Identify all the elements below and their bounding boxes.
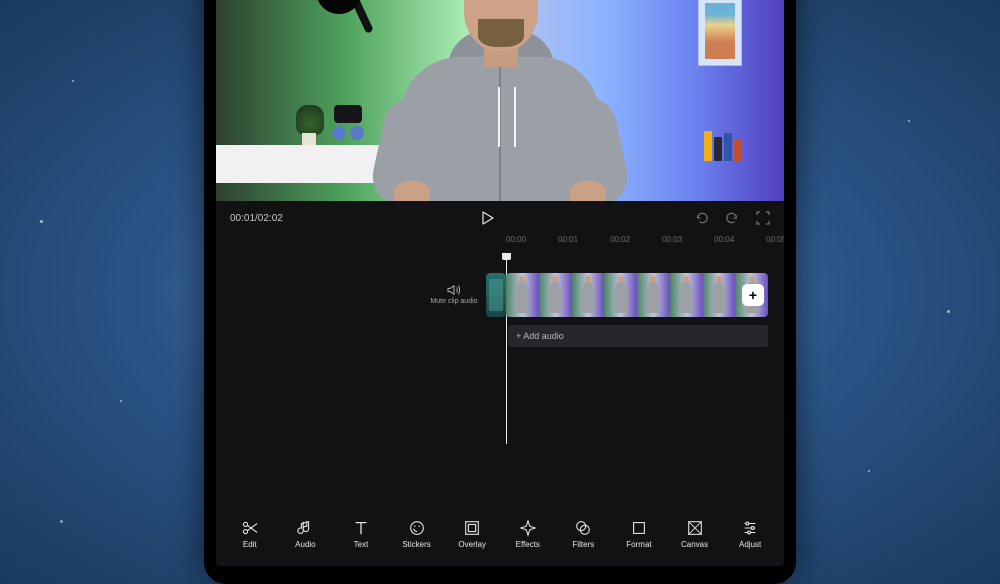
tool-edit[interactable]: Edit bbox=[225, 519, 275, 549]
timeline-ruler[interactable]: 00:00 00:01 00:02 00:03 00:04 00:05 00:0… bbox=[216, 235, 784, 253]
tool-adjust[interactable]: Adjust bbox=[725, 519, 775, 549]
filters-icon bbox=[574, 519, 592, 537]
tool-text[interactable]: Text bbox=[336, 519, 386, 549]
tool-label: Text bbox=[354, 540, 369, 549]
tool-label: Effects bbox=[516, 540, 540, 549]
tool-label: Edit bbox=[243, 540, 257, 549]
playback-controls: 00:01/02:02 bbox=[216, 201, 784, 235]
music-note-icon bbox=[296, 519, 314, 537]
timeline[interactable]: Mute clip audio + + Add audio bbox=[216, 253, 784, 504]
tool-canvas[interactable]: Canvas bbox=[670, 519, 720, 549]
ruler-mark: 00:02 bbox=[610, 235, 630, 253]
sliders-icon bbox=[741, 519, 759, 537]
tool-label: Filters bbox=[572, 540, 594, 549]
tool-label: Stickers bbox=[402, 540, 430, 549]
add-clip-button[interactable]: + bbox=[742, 284, 764, 306]
cover-clip[interactable] bbox=[486, 273, 506, 317]
canvas-icon bbox=[686, 519, 704, 537]
sparkle-icon bbox=[519, 519, 537, 537]
ruler-mark: 00:04 bbox=[714, 235, 734, 253]
tool-stickers[interactable]: Stickers bbox=[392, 519, 442, 549]
tool-label: Overlay bbox=[458, 540, 486, 549]
timecode: 00:01/02:02 bbox=[230, 213, 283, 224]
undo-icon[interactable] bbox=[694, 211, 709, 225]
tablet-frame: 00:01/02:02 00:00 00:01 00:02 00:03 00:0… bbox=[204, 0, 796, 584]
ruler-mark: 00:03 bbox=[662, 235, 682, 253]
video-preview[interactable] bbox=[216, 0, 784, 201]
tool-label: Audio bbox=[295, 540, 315, 549]
app-screen: 00:01/02:02 00:00 00:01 00:02 00:03 00:0… bbox=[216, 0, 784, 566]
ruler-mark: 00:05 bbox=[766, 235, 784, 253]
preview-scene bbox=[216, 0, 784, 201]
toolbar: Edit Audio Text Stickers Overlay Effects bbox=[216, 504, 784, 566]
tool-label: Canvas bbox=[681, 540, 708, 549]
ruler-mark: 00:01 bbox=[558, 235, 578, 253]
stickers-icon bbox=[408, 519, 426, 537]
tool-label: Format bbox=[626, 540, 651, 549]
video-clip[interactable]: + bbox=[506, 273, 768, 317]
mute-clip-label: Mute clip audio bbox=[430, 298, 477, 305]
add-audio-label: + Add audio bbox=[516, 331, 564, 341]
tool-audio[interactable]: Audio bbox=[280, 519, 330, 549]
format-icon bbox=[630, 519, 648, 537]
scissors-icon bbox=[241, 519, 259, 537]
tool-label: Adjust bbox=[739, 540, 761, 549]
play-button[interactable] bbox=[477, 207, 499, 229]
mute-clip-audio-button[interactable]: Mute clip audio bbox=[426, 284, 482, 306]
tool-filters[interactable]: Filters bbox=[558, 519, 608, 549]
tool-format[interactable]: Format bbox=[614, 519, 664, 549]
ruler-mark: 00:00 bbox=[506, 235, 526, 253]
fullscreen-icon[interactable] bbox=[756, 211, 770, 225]
tool-overlay[interactable]: Overlay bbox=[447, 519, 497, 549]
redo-icon[interactable] bbox=[725, 211, 740, 225]
text-icon bbox=[352, 519, 370, 537]
overlay-icon bbox=[463, 519, 481, 537]
video-track: Mute clip audio + bbox=[216, 271, 784, 319]
tool-effects[interactable]: Effects bbox=[503, 519, 553, 549]
add-audio-button[interactable]: + Add audio bbox=[508, 325, 768, 347]
plus-icon: + bbox=[749, 287, 757, 303]
